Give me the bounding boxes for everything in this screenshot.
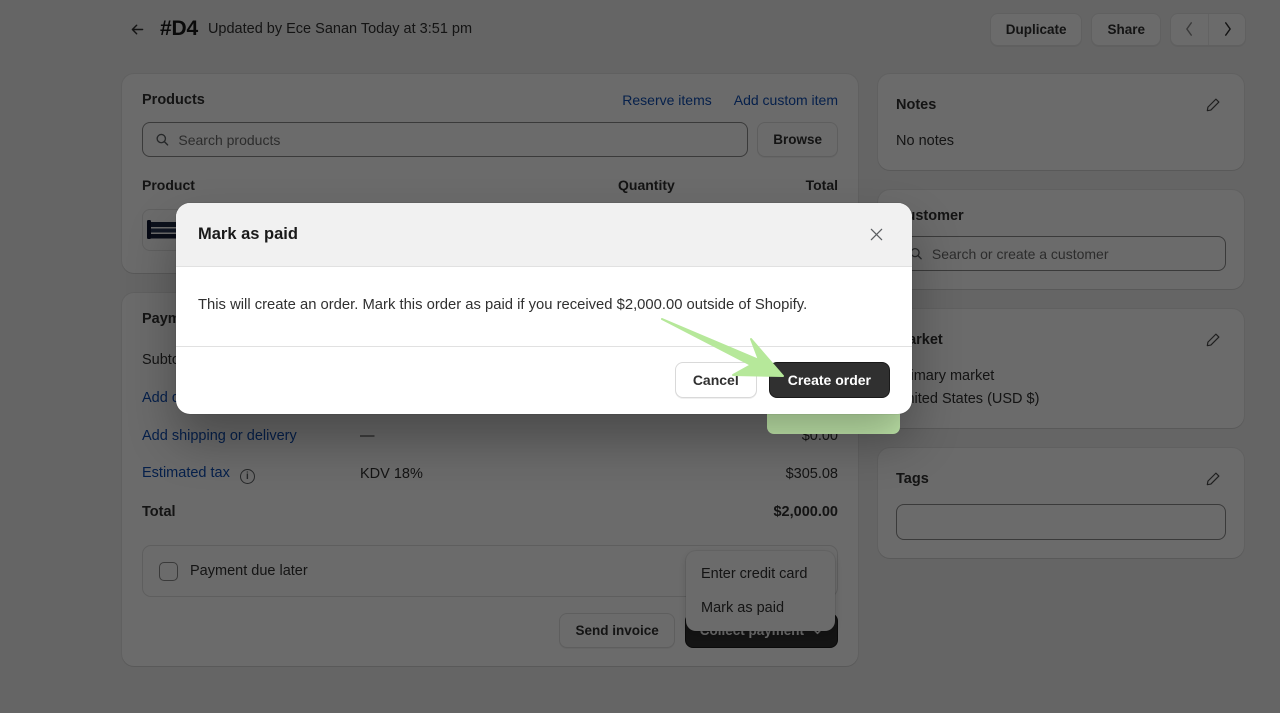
close-icon (870, 228, 882, 241)
close-modal-button[interactable] (862, 221, 890, 249)
modal-body-text: This will create an order. Mark this ord… (176, 267, 912, 348)
modal-footer: Cancel Create order (176, 347, 912, 414)
modal-header: Mark as paid (176, 203, 912, 267)
mark-as-paid-modal: Mark as paid This will create an order. … (176, 203, 912, 415)
modal-title: Mark as paid (198, 225, 298, 243)
cancel-button[interactable]: Cancel (674, 362, 757, 399)
create-order-button[interactable]: Create order (768, 362, 890, 399)
